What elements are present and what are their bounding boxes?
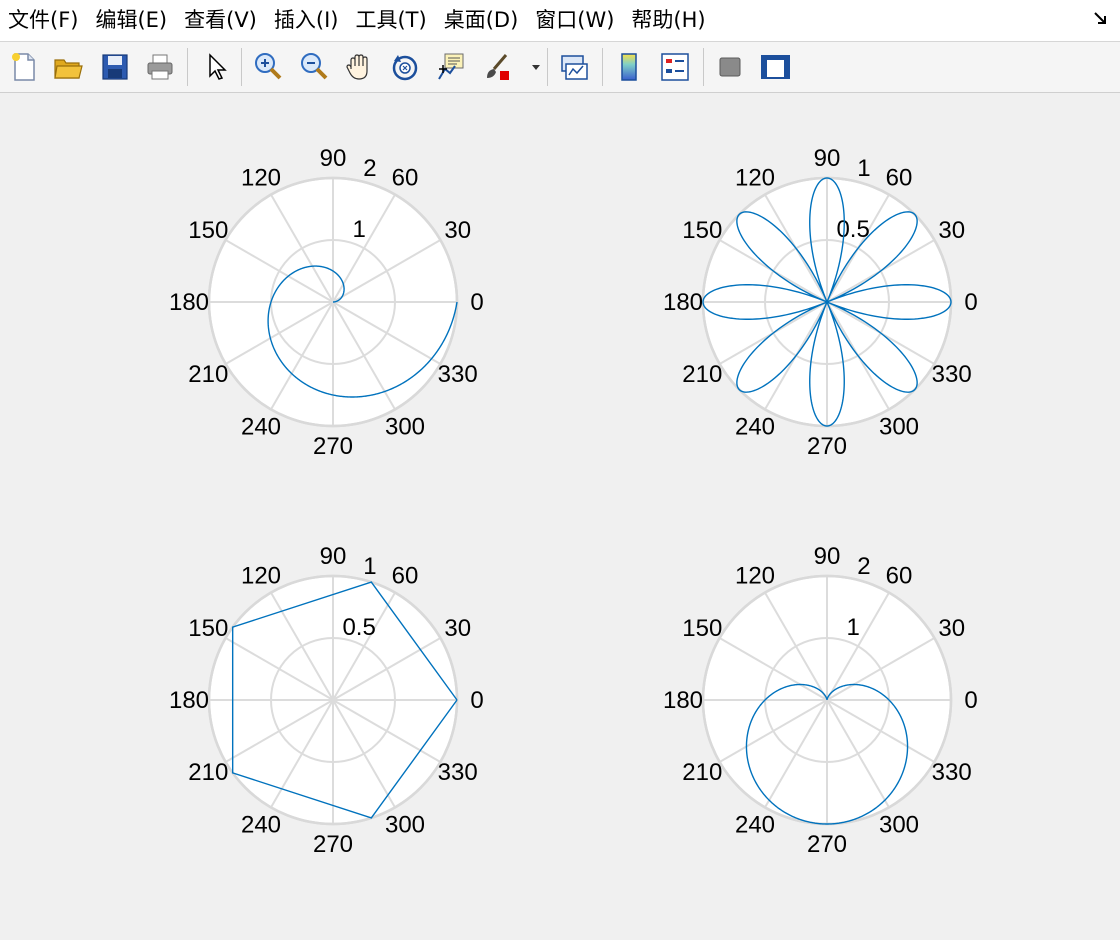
theta-tick-label: 240 (735, 414, 775, 441)
menu-desktop[interactable]: 桌面(D) (435, 0, 527, 41)
dock-arrow-icon[interactable] (1092, 10, 1110, 28)
theta-tick-label: 60 (392, 562, 419, 589)
zoom-in-icon[interactable] (251, 50, 285, 84)
theta-tick-label: 120 (241, 164, 281, 191)
theta-tick-label: 60 (886, 164, 913, 191)
theta-tick-label: 240 (241, 414, 281, 441)
theta-tick-label: 120 (241, 562, 281, 589)
menu-insert[interactable]: 插入(I) (265, 0, 347, 41)
rotate-3d-icon[interactable] (388, 50, 422, 84)
theta-tick-label: 30 (938, 615, 965, 642)
theta-tick-label: 210 (188, 361, 228, 388)
save-disk-icon[interactable] (98, 50, 132, 84)
theta-tick-label: 0 (470, 289, 483, 316)
theta-tick-label: 180 (169, 687, 209, 714)
menu-file[interactable]: 文件(F) (0, 0, 86, 41)
theta-tick-label: 300 (385, 812, 425, 839)
legend-icon[interactable] (658, 50, 692, 84)
r-tick-label: 0.5 (836, 216, 869, 243)
colorbar-icon[interactable] (612, 50, 646, 84)
data-cursor-icon[interactable] (434, 50, 468, 84)
theta-tick-label: 270 (807, 831, 847, 858)
theta-tick-label: 270 (313, 433, 353, 460)
polar-axes-1[interactable]: 0 30 60 90 120 150 180 210 240 270 300 330 1 2 (169, 145, 484, 460)
menu-edit[interactable]: 编辑(E) (86, 0, 175, 41)
menu-bar: 文件(F) 编辑(E) 查看(V) 插入(I) 工具(T) 桌面(D) 窗口(W… (0, 0, 1120, 42)
theta-tick-label: 330 (438, 759, 478, 786)
toolbar-separator (241, 48, 242, 86)
menu-view[interactable]: 查看(V) (175, 0, 265, 41)
toolbar-separator (703, 48, 704, 86)
theta-tick-label: 300 (879, 414, 919, 441)
theta-tick-label: 330 (932, 759, 972, 786)
theta-tick-label: 60 (392, 164, 419, 191)
r-tick-label: 1 (846, 614, 859, 641)
zoom-out-icon[interactable] (297, 50, 331, 84)
theta-tick-label: 60 (886, 562, 913, 589)
theta-tick-label: 90 (814, 145, 841, 172)
brush-icon[interactable] (480, 50, 514, 84)
theta-tick-label: 150 (188, 615, 228, 642)
theta-tick-label: 90 (320, 543, 347, 570)
r-tick-label: 2 (363, 155, 376, 182)
theta-tick-label: 0 (964, 687, 977, 714)
theta-tick-label: 300 (385, 414, 425, 441)
toolbar-separator (547, 48, 548, 86)
theta-tick-label: 270 (807, 433, 847, 460)
open-folder-icon[interactable] (51, 50, 85, 84)
r-tick-label: 0.5 (342, 614, 375, 641)
theta-tick-label: 120 (735, 164, 775, 191)
pan-hand-icon[interactable] (342, 50, 376, 84)
theta-tick-label: 30 (444, 615, 471, 642)
link-plot-icon[interactable] (557, 50, 591, 84)
figure-canvas: 0 30 60 90 120 150 180 210 240 270 300 330 1 2 0 30 60 90… (0, 93, 1120, 935)
brush-dropdown-icon[interactable] (531, 64, 541, 72)
theta-tick-label: 150 (188, 217, 228, 244)
polar-subplots: 0306090120150180210240270300330120306090… (169, 145, 978, 858)
theta-tick-label: 0 (470, 687, 483, 714)
printer-icon[interactable] (143, 50, 177, 84)
theta-tick-label: 210 (682, 759, 722, 786)
theta-tick-label: 150 (682, 217, 722, 244)
theta-tick-label: 270 (313, 831, 353, 858)
r-tick-label: 1 (857, 155, 870, 182)
theta-tick-label: 180 (663, 687, 703, 714)
figure-toolbar (0, 42, 1120, 93)
menu-tools[interactable]: 工具(T) (346, 0, 434, 41)
theta-tick-label: 180 (169, 289, 209, 316)
theta-tick-label: 120 (735, 562, 775, 589)
menu-help[interactable]: 帮助(H) (622, 0, 713, 41)
r-tick-label: 1 (363, 553, 376, 580)
polar-axes-2[interactable]: 0 30 60 90 120 150 180 210 240 270 300 330 0.5 1 (663, 145, 978, 460)
r-tick-label: 1 (352, 216, 365, 243)
theta-tick-label: 180 (663, 289, 703, 316)
theta-tick-label: 0 (964, 289, 977, 316)
theta-tick-label: 330 (438, 361, 478, 388)
theta-tick-label: 240 (241, 812, 281, 839)
theta-tick-label: 240 (735, 812, 775, 839)
theta-tick-label: 150 (682, 615, 722, 642)
theta-tick-label: 210 (188, 759, 228, 786)
toolbar-separator (602, 48, 603, 86)
show-tools-icon[interactable] (758, 50, 792, 84)
theta-tick-label: 210 (682, 361, 722, 388)
theta-tick-label: 300 (879, 812, 919, 839)
hide-tools-icon[interactable] (713, 50, 747, 84)
menu-window[interactable]: 窗口(W) (526, 0, 622, 41)
toolbar-separator (187, 48, 188, 86)
theta-tick-label: 330 (932, 361, 972, 388)
theta-tick-label: 30 (938, 217, 965, 244)
pointer-arrow-icon[interactable] (199, 50, 233, 84)
new-page-icon[interactable] (7, 50, 41, 84)
theta-tick-label: 30 (444, 217, 471, 244)
theta-tick-label: 90 (320, 145, 347, 172)
theta-tick-label: 90 (814, 543, 841, 570)
polar-axes-4[interactable]: 0 30 60 90 120 150 180 210 240 270 300 330 1 2 (663, 543, 978, 858)
polar-axes-3[interactable]: 0 30 60 90 120 150 180 210 240 270 300 330 0.5 1 (169, 543, 484, 858)
r-tick-label: 2 (857, 553, 870, 580)
